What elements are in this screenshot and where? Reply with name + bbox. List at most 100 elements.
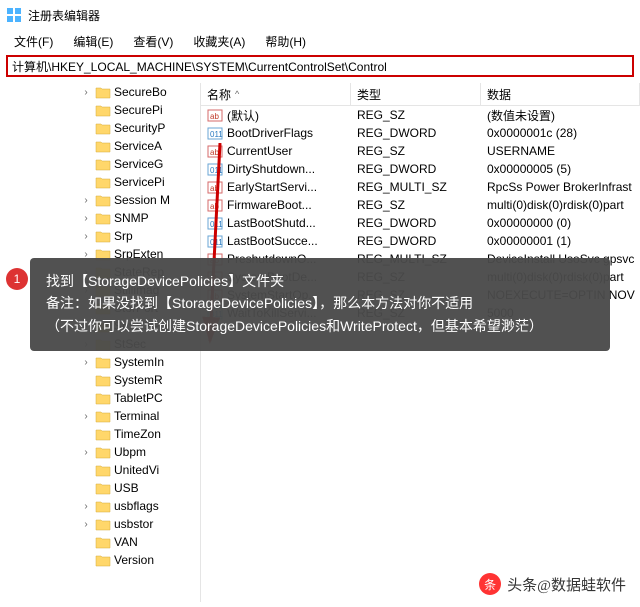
folder-icon <box>95 121 111 135</box>
tree-item[interactable]: › Ubpm <box>0 443 200 461</box>
app-icon <box>6 7 22 23</box>
col-name[interactable]: 名称^ <box>201 83 351 105</box>
tree-item-label: SecureBo <box>114 85 167 99</box>
list-row[interactable]: ab (默认) REG_SZ(数值未设置) <box>201 106 640 124</box>
window-title: 注册表编辑器 <box>28 7 100 24</box>
tree-item-label: SNMP <box>114 211 149 225</box>
value-icon: 011 <box>207 125 223 141</box>
value-name: EarlyStartServi... <box>227 180 317 194</box>
folder-icon <box>95 481 111 495</box>
list-row[interactable]: 011DirtyShutdown...REG_DWORD0x00000005 (… <box>201 160 640 178</box>
value-type: REG_SZ <box>351 108 481 122</box>
folder-icon <box>95 229 111 243</box>
value-type: REG_DWORD <box>351 162 481 176</box>
list-row[interactable]: 011LastBootShutd...REG_DWORD0x00000000 (… <box>201 214 640 232</box>
tree-item-label: USB <box>114 481 139 495</box>
svg-text:011: 011 <box>210 238 223 247</box>
tree-item[interactable]: › SecureBo <box>0 83 200 101</box>
tree-item[interactable]: ›SystemIn <box>0 353 200 371</box>
folder-icon <box>95 85 111 99</box>
tree-item-label: UnitedVi <box>114 463 159 477</box>
address-input[interactable] <box>6 55 634 77</box>
svg-text:ab: ab <box>210 184 219 193</box>
tree-item[interactable]: ›usbflags <box>0 497 200 515</box>
list-row[interactable]: abEarlyStartServi...REG_MULTI_SZRpcSs Po… <box>201 178 640 196</box>
col-type[interactable]: 类型 <box>351 83 481 105</box>
value-name: CurrentUser <box>227 144 292 158</box>
svg-text:ab: ab <box>210 148 219 157</box>
list-header: 名称^ 类型 数据 <box>201 83 640 106</box>
tree-item[interactable]: ServiceA <box>0 137 200 155</box>
menu-view[interactable]: 查看(V) <box>123 31 183 52</box>
tree-item-label: Version <box>114 553 154 567</box>
col-data[interactable]: 数据 <box>481 83 640 105</box>
expand-icon[interactable]: › <box>80 195 92 206</box>
value-data: (数值未设置) <box>481 107 640 124</box>
value-name: (默认) <box>227 107 259 124</box>
folder-icon <box>95 175 111 189</box>
tree-item-label: TabletPC <box>114 391 163 405</box>
tree-item[interactable]: VAN <box>0 533 200 551</box>
tree-item[interactable]: Version <box>0 551 200 569</box>
expand-icon[interactable]: › <box>80 87 92 98</box>
address-bar-wrap <box>0 52 640 83</box>
value-type: REG_DWORD <box>351 234 481 248</box>
expand-icon[interactable]: › <box>80 519 92 530</box>
tip-line1: 找到【StorageDevicePolicies】文件夹 <box>46 270 594 292</box>
tip-overlay: 找到【StorageDevicePolicies】文件夹 备注：如果没找到【St… <box>30 258 610 351</box>
expand-icon[interactable]: › <box>80 411 92 422</box>
expand-icon[interactable]: › <box>80 501 92 512</box>
menu-favorites[interactable]: 收藏夹(A) <box>183 31 255 52</box>
list-row[interactable]: 011BootDriverFlagsREG_DWORD0x0000001c (2… <box>201 124 640 142</box>
value-name: DirtyShutdown... <box>227 162 315 176</box>
tree-item[interactable]: ServiceG <box>0 155 200 173</box>
tree-item[interactable]: ›Session M <box>0 191 200 209</box>
tree-item[interactable]: UnitedVi <box>0 461 200 479</box>
menu-file[interactable]: 文件(F) <box>4 31 63 52</box>
value-icon: ab <box>207 197 223 213</box>
tree-item-label: usbstor <box>114 517 153 531</box>
value-type: REG_MULTI_SZ <box>351 180 481 194</box>
tip-number-badge: 1 <box>6 268 28 290</box>
expand-icon[interactable]: › <box>80 231 92 242</box>
value-type: REG_SZ <box>351 144 481 158</box>
tree-item-label: SecurePi <box>114 103 163 117</box>
tree-item-label: ServiceA <box>114 139 162 153</box>
folder-icon <box>95 157 111 171</box>
folder-icon <box>95 553 111 567</box>
tree-item[interactable]: › usbstor <box>0 515 200 533</box>
folder-icon <box>95 427 111 441</box>
tree-item-label: SecurityP <box>114 121 165 135</box>
tree-item[interactable]: SecurePi <box>0 101 200 119</box>
tree-item-label: ServicePi <box>114 175 165 189</box>
list-row[interactable]: abFirmwareBoot...REG_SZmulti(0)disk(0)rd… <box>201 196 640 214</box>
svg-text:ab: ab <box>210 112 219 121</box>
tree-item-label: SystemR <box>114 373 163 387</box>
tree-item[interactable]: TimeZon <box>0 425 200 443</box>
folder-icon <box>95 355 111 369</box>
tree-item[interactable]: SecurityP <box>0 119 200 137</box>
tree-item-label: VAN <box>114 535 138 549</box>
value-icon: ab <box>207 179 223 195</box>
tree-item[interactable]: USB <box>0 479 200 497</box>
expand-icon[interactable]: › <box>80 213 92 224</box>
tree-item[interactable]: SystemR <box>0 371 200 389</box>
value-name: LastBootShutd... <box>227 216 316 230</box>
tree-item[interactable]: ›Srp <box>0 227 200 245</box>
sort-asc-icon: ^ <box>235 89 239 99</box>
tree-item[interactable]: › SNMP <box>0 209 200 227</box>
svg-text:011: 011 <box>210 166 223 175</box>
tree-item[interactable]: ServicePi <box>0 173 200 191</box>
expand-icon[interactable]: › <box>80 447 92 458</box>
list-row[interactable]: abCurrentUserREG_SZUSERNAME <box>201 142 640 160</box>
tree-item-label: Ubpm <box>114 445 146 459</box>
watermark-text: 头条@数据蛙软件 <box>507 574 626 595</box>
value-name: FirmwareBoot... <box>227 198 312 212</box>
tree-item[interactable]: ›Terminal <box>0 407 200 425</box>
expand-icon[interactable]: › <box>80 357 92 368</box>
menu-edit[interactable]: 编辑(E) <box>63 31 123 52</box>
list-row[interactable]: 011LastBootSucce...REG_DWORD0x00000001 (… <box>201 232 640 250</box>
tree-item[interactable]: TabletPC <box>0 389 200 407</box>
value-data: multi(0)disk(0)rdisk(0)part <box>481 198 640 212</box>
menu-help[interactable]: 帮助(H) <box>255 31 316 52</box>
